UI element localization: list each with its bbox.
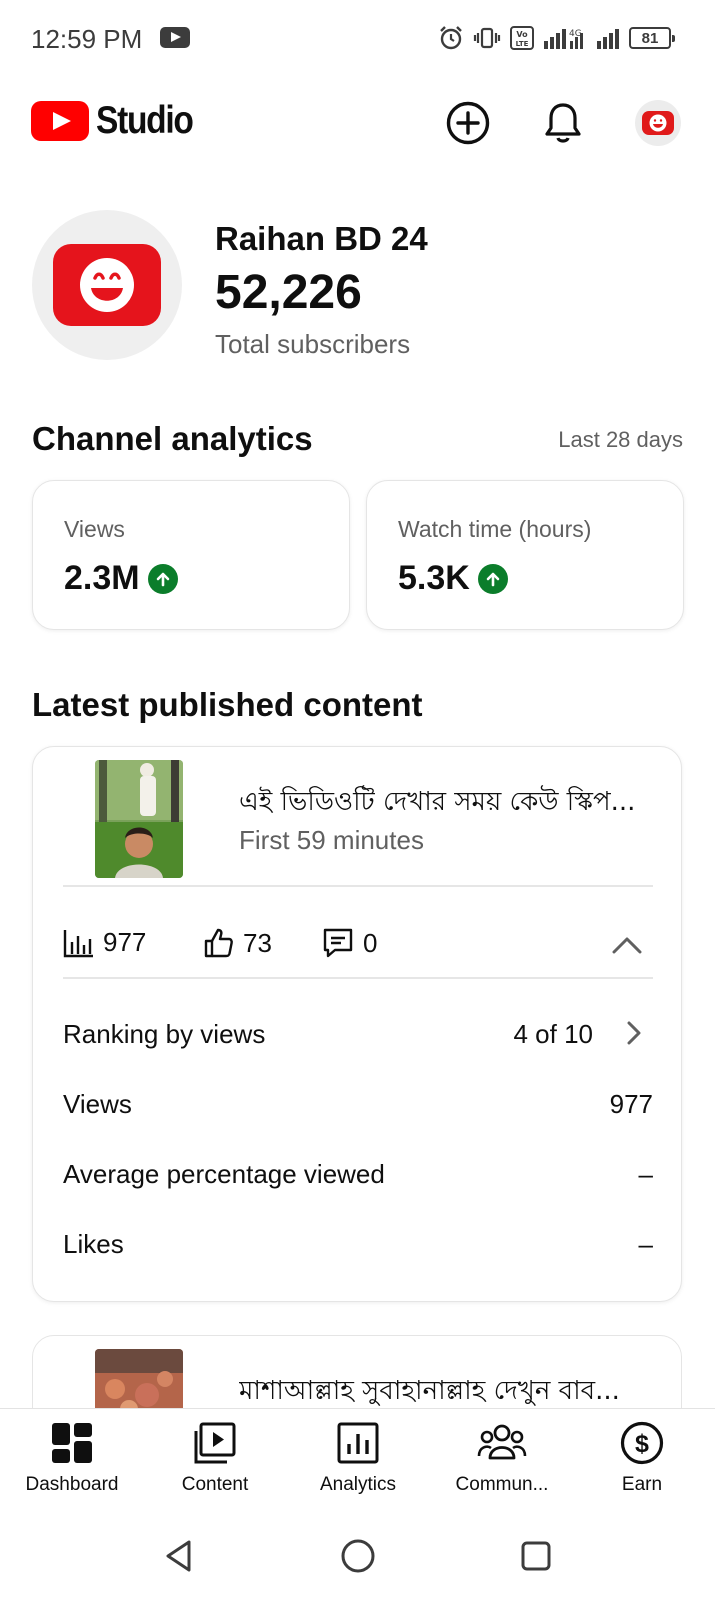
comments-count: 0 bbox=[363, 927, 378, 958]
content-icon bbox=[194, 1422, 236, 1464]
nav-label: Earn bbox=[621, 1474, 663, 1495]
svg-text:$: $ bbox=[635, 1430, 649, 1458]
trend-up-icon bbox=[147, 563, 178, 594]
detail-label: Ranking by views bbox=[63, 1019, 266, 1049]
metric-number: 5.3K bbox=[398, 559, 470, 597]
detail-value: – bbox=[638, 1229, 653, 1259]
studio-logo[interactable]: Studio bbox=[31, 99, 208, 143]
nav-earn[interactable]: $ Earn bbox=[572, 1421, 712, 1507]
detail-value: 4 of 10 bbox=[513, 1019, 593, 1049]
analytics-date-range: Last 28 days bbox=[558, 427, 683, 452]
youtube-logo-icon bbox=[31, 101, 89, 141]
channel-avatar[interactable] bbox=[32, 210, 182, 360]
status-time: 12:59 PM bbox=[31, 24, 143, 54]
watch-time-metric-card[interactable]: Watch time (hours) 5.3K bbox=[366, 480, 684, 630]
channel-logo-icon bbox=[53, 244, 161, 326]
ranking-row[interactable]: Ranking by views 4 of 10 bbox=[63, 1005, 653, 1065]
nav-label: Content bbox=[181, 1474, 249, 1495]
metric-value: 5.3K bbox=[398, 559, 508, 598]
bottom-navigation: Dashboard Content Analytics Commun... $ … bbox=[0, 1408, 715, 1510]
channel-analytics-title: Channel analytics bbox=[32, 420, 313, 457]
back-button[interactable] bbox=[157, 1534, 201, 1578]
nav-label: Dashboard bbox=[25, 1474, 119, 1495]
metric-label: Views bbox=[64, 516, 125, 542]
video-thumbnail[interactable] bbox=[95, 760, 183, 878]
svg-text:LTE: LTE bbox=[516, 40, 529, 48]
detail-label: Average percentage viewed bbox=[63, 1159, 385, 1189]
latest-content-title: Latest published content bbox=[32, 686, 423, 723]
detail-value: – bbox=[638, 1159, 653, 1189]
chevron-up-icon bbox=[612, 937, 642, 954]
comment-icon bbox=[323, 928, 353, 958]
avatar-icon bbox=[642, 111, 674, 135]
home-icon bbox=[341, 1539, 375, 1573]
status-icons: Vo LTE 4G 81 bbox=[438, 22, 675, 54]
nav-label: Commun... bbox=[455, 1474, 549, 1495]
community-icon bbox=[477, 1424, 527, 1460]
recents-button[interactable] bbox=[514, 1534, 558, 1578]
collapse-details-button[interactable] bbox=[605, 923, 649, 967]
video-title[interactable]: এই ভিডিওটি দেখার সময় কেউ স্কিপ... bbox=[239, 781, 659, 825]
volte-icon: Vo LTE bbox=[510, 26, 534, 50]
status-bar: 12:59 PM Vo LTE 4G 81 bbox=[0, 0, 715, 78]
svg-text:Vo: Vo bbox=[516, 30, 528, 39]
earn-icon: $ bbox=[620, 1421, 664, 1465]
metric-label: Watch time (hours) bbox=[398, 516, 592, 542]
divider bbox=[63, 885, 653, 887]
nav-content[interactable]: Content bbox=[145, 1421, 285, 1507]
signal-icon-2 bbox=[597, 29, 619, 49]
dashboard-icon bbox=[52, 1423, 92, 1463]
views-stat: 977 bbox=[63, 927, 146, 958]
subscriber-label: Total subscribers bbox=[215, 329, 411, 359]
logo-text: Studio bbox=[96, 99, 194, 142]
vibrate-icon bbox=[473, 27, 501, 49]
avg-percentage-row: Average percentage viewed – bbox=[63, 1145, 653, 1205]
views-detail-row: Views 977 bbox=[63, 1075, 653, 1135]
chevron-right-icon bbox=[627, 1021, 641, 1045]
latest-video-card: এই ভিডিওটি দেখার সময় কেউ স্কিপ... First… bbox=[32, 746, 682, 1302]
detail-label: Views bbox=[63, 1089, 132, 1119]
subscriber-count: 52,226 bbox=[215, 266, 362, 319]
detail-value: 977 bbox=[609, 1089, 653, 1119]
account-avatar[interactable] bbox=[635, 100, 681, 146]
battery-level: 81 bbox=[641, 29, 659, 47]
likes-detail-row: Likes – bbox=[63, 1215, 653, 1275]
bell-icon bbox=[545, 103, 581, 143]
home-button[interactable] bbox=[336, 1534, 380, 1578]
youtube-studio-dashboard: 12:59 PM Vo LTE 4G 81 Studio Raihan BD 2… bbox=[0, 0, 715, 1600]
signal-icon: 4G bbox=[544, 29, 583, 49]
app-header: Studio bbox=[0, 78, 715, 170]
metric-number: 2.3M bbox=[64, 559, 140, 597]
recents-icon bbox=[521, 1541, 551, 1571]
metric-value: 2.3M bbox=[64, 559, 178, 598]
thumbs-up-icon bbox=[204, 928, 233, 958]
youtube-notification-icon bbox=[160, 27, 190, 48]
likes-stat: 73 bbox=[203, 927, 272, 959]
nav-community[interactable]: Commun... bbox=[432, 1421, 572, 1507]
nav-analytics[interactable]: Analytics bbox=[288, 1421, 428, 1507]
video-period: First 59 minutes bbox=[239, 825, 424, 855]
detail-label: Likes bbox=[63, 1229, 124, 1259]
create-plus-icon bbox=[446, 101, 490, 145]
battery-icon: 81 bbox=[629, 27, 675, 49]
back-icon bbox=[166, 1540, 191, 1572]
trend-up-icon bbox=[477, 563, 508, 594]
channel-name: Raihan BD 24 bbox=[215, 220, 428, 257]
comments-stat: 0 bbox=[321, 927, 377, 959]
bar-chart-icon bbox=[63, 929, 93, 957]
nav-dashboard[interactable]: Dashboard bbox=[2, 1421, 142, 1507]
views-metric-card[interactable]: Views 2.3M bbox=[32, 480, 350, 630]
views-count: 977 bbox=[103, 927, 147, 957]
channel-summary: Raihan BD 24 52,226 Total subscribers bbox=[32, 210, 682, 360]
likes-count: 73 bbox=[243, 927, 272, 958]
nav-label: Analytics bbox=[319, 1474, 397, 1495]
analytics-icon bbox=[337, 1422, 379, 1464]
system-navigation-bar bbox=[0, 1510, 715, 1600]
video-stats-row: 977 73 0 bbox=[63, 905, 653, 987]
divider bbox=[63, 977, 653, 979]
notifications-button[interactable] bbox=[538, 98, 588, 148]
alarm-icon bbox=[440, 26, 462, 50]
create-button[interactable] bbox=[443, 98, 493, 148]
